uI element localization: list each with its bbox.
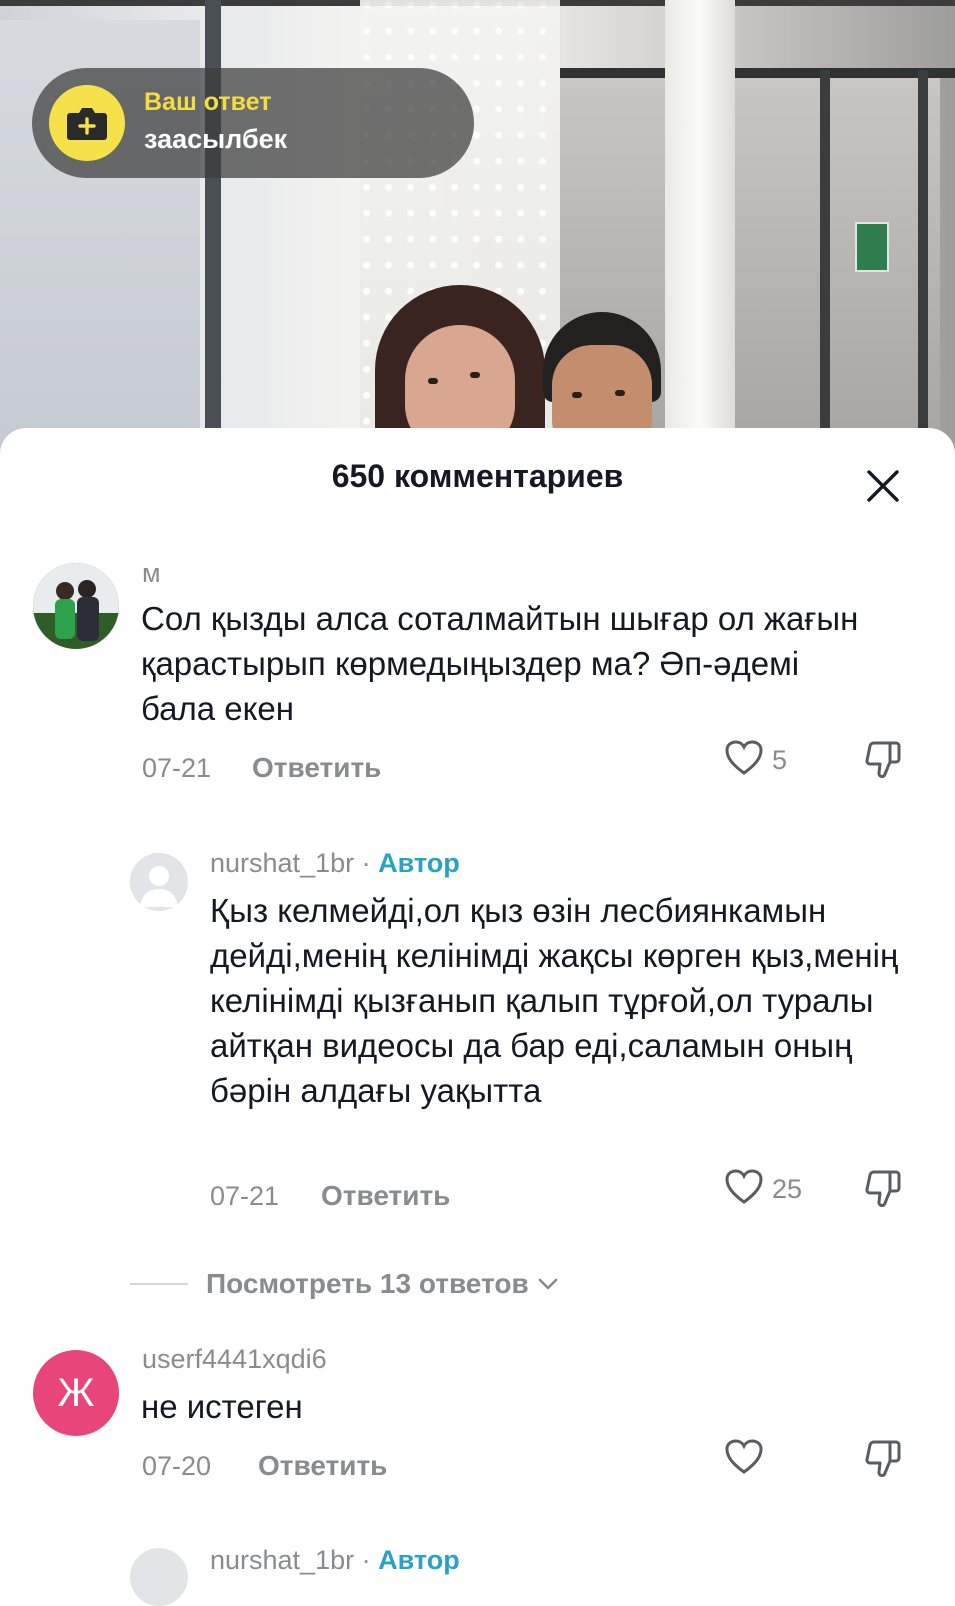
comments-count-title: 650 комментариев [331,458,624,494]
thumbs-down-icon [862,1170,906,1214]
view-replies-button[interactable]: Посмотреть 13 ответов [130,1268,559,1300]
photo-eye [470,372,480,378]
avatar[interactable]: Ж [33,1350,119,1436]
thumbs-down-icon [862,741,906,785]
like-button[interactable]: 5 [724,739,787,782]
photo-eye [615,390,625,396]
photo-door-frame [918,70,928,460]
comment-text: не истеген [141,1388,303,1425]
your-answer-username: заасылбек [144,124,288,154]
comment-text: Сол қызды алса соталмайтын шығар ол жағы… [141,600,859,727]
comment-username[interactable]: м [142,558,161,589]
avatar[interactable] [130,1548,188,1606]
photo-eye [428,378,438,384]
heart-icon [724,1168,764,1211]
photo-exit-sign [855,222,889,272]
author-badge: Автор [378,1545,460,1575]
dislike-button[interactable] [862,1438,906,1485]
dislike-button[interactable] [862,1168,906,1215]
comment-date: 07-21 [210,1181,280,1211]
close-icon[interactable] [860,463,906,509]
comment-date: 07-21 [142,753,212,783]
author-badge: Автор [378,848,460,878]
photo-door-beam [560,68,955,78]
comment-username[interactable]: nurshat_1br · Автор [210,848,460,879]
avatar[interactable] [33,563,119,649]
comment-username[interactable]: userf4441xqdi6 [142,1344,327,1375]
comment-username-text: nurshat_1br [210,848,355,878]
photo-eye [572,392,582,398]
like-count: 5 [772,745,788,775]
reply-button[interactable]: Ответить [252,752,381,784]
heart-icon [724,1438,764,1481]
comment-text: Қыз келмейді,ол қыз өзін лесбиянкамын де… [210,892,899,1109]
avatar-letter: Ж [57,1370,95,1415]
comment-username[interactable]: nurshat_1br · Автор [210,1545,460,1576]
add-icon [49,85,125,161]
dislike-button[interactable] [862,739,906,786]
like-button[interactable]: 25 [724,1168,802,1211]
comment-date: 07-20 [142,1451,212,1481]
like-button[interactable] [724,1438,764,1481]
chevron-down-icon [537,1277,559,1291]
thumbs-down-icon [862,1440,906,1484]
heart-icon [724,739,764,782]
photo-door-frame [820,70,830,460]
avatar[interactable] [130,853,188,911]
reply-button[interactable]: Ответить [321,1180,450,1212]
photo-column [665,0,735,460]
reply-button[interactable]: Ответить [258,1450,387,1482]
your-answer-title: Ваш ответ [144,88,272,116]
like-count: 25 [772,1174,803,1204]
your-answer-pill[interactable]: Ваш ответ заасылбек [32,68,474,178]
divider-line [130,1283,188,1285]
author-separator: · [354,1545,379,1575]
author-separator: · [354,848,379,878]
view-replies-label: Посмотреть 13 ответов [206,1268,529,1299]
comments-sheet: 650 комментариев м Сол қызды алса соталм… [0,428,955,1606]
comment-username-text: nurshat_1br [210,1545,355,1575]
